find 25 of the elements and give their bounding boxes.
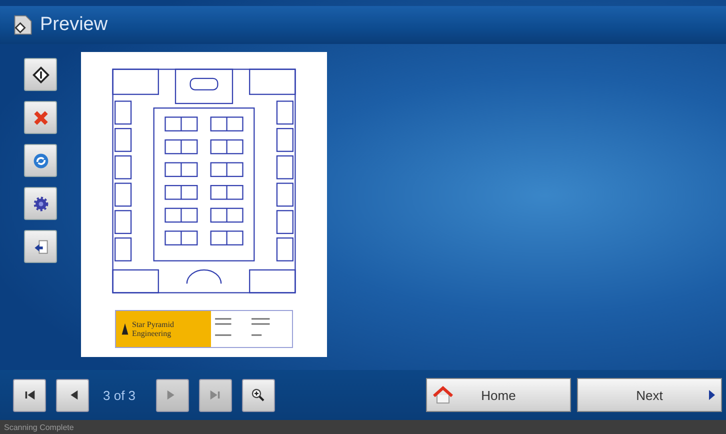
rotate-icon — [32, 152, 50, 170]
next-button[interactable]: Next — [577, 378, 722, 412]
house-icon — [433, 386, 453, 404]
first-page-button[interactable] — [13, 378, 46, 412]
zoom-button[interactable] — [242, 378, 275, 412]
skip-back-icon — [22, 388, 36, 402]
cancel-button[interactable] — [24, 101, 57, 134]
settings-button[interactable] — [24, 187, 57, 220]
home-button[interactable]: Home — [426, 378, 571, 412]
start-button[interactable] — [24, 58, 57, 91]
prev-page-button[interactable] — [56, 378, 89, 412]
skip-forward-icon — [208, 388, 222, 402]
return-button[interactable] — [24, 230, 57, 263]
cancel-icon — [32, 108, 50, 126]
zoom-in-icon — [251, 388, 266, 402]
document-icon — [12, 14, 34, 36]
company-name: Star Pyramid — [132, 320, 174, 329]
status-text: Scanning Complete — [4, 422, 74, 432]
rotate-button[interactable] — [24, 144, 57, 177]
page-counter: 3 of 3 — [102, 388, 137, 402]
diamond-icon — [32, 66, 50, 84]
gear-icon — [32, 194, 50, 212]
window-title: Preview — [40, 14, 108, 36]
company-name: Engineering — [132, 329, 172, 338]
right-triangle-icon — [709, 390, 715, 400]
